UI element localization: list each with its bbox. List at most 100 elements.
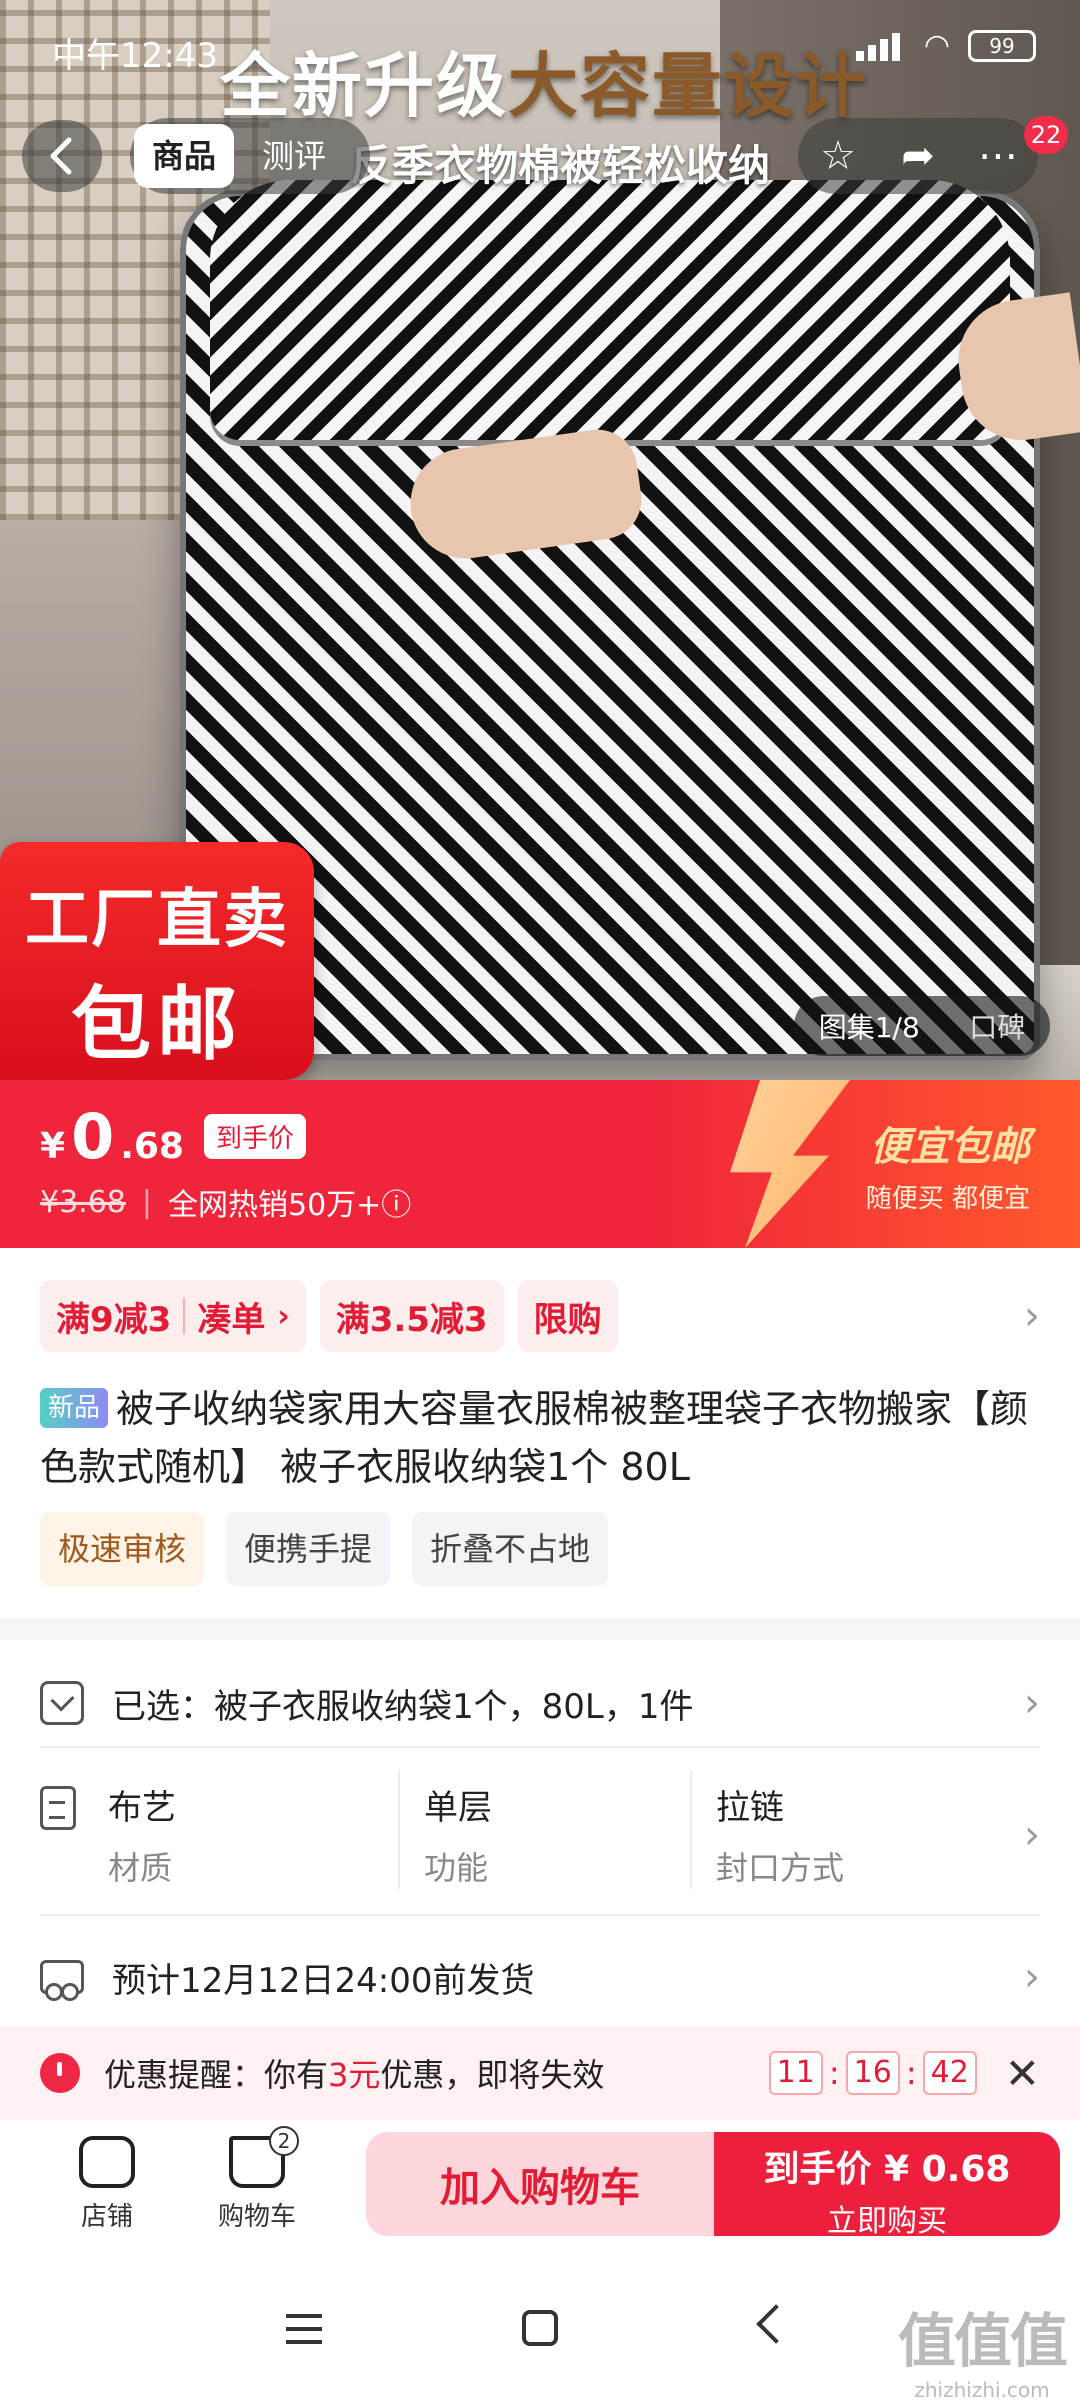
watermark-url: zhizhizhi.com bbox=[914, 2378, 1050, 2400]
final-price: ¥ 0 .68 到手价 bbox=[40, 1100, 306, 1173]
buy-now-price: 到手价 ¥ 0.68 bbox=[763, 2149, 1011, 2190]
sticker-line2: 包邮 bbox=[71, 978, 243, 1071]
reminder-amount: 3元 bbox=[328, 2056, 381, 2094]
chevron-right-icon: › bbox=[1024, 1680, 1040, 1726]
coupon-3-5-minus-3[interactable]: 满3.5减3 bbox=[319, 1280, 504, 1352]
back-button[interactable] bbox=[22, 120, 102, 192]
chevron-left-icon bbox=[50, 137, 72, 175]
top-tabs: 商品 测评 bbox=[130, 118, 370, 194]
attribute-material: 布艺 材质 bbox=[108, 1770, 400, 1889]
attribute-key: 封口方式 bbox=[716, 1849, 845, 1887]
battery-icon: 99 bbox=[968, 29, 1036, 62]
countdown-colon: : bbox=[905, 2054, 917, 2092]
system-navigation-bar: 值值值 zhizhizhi.com bbox=[0, 2260, 1080, 2400]
original-price: ¥3.68 bbox=[40, 1184, 126, 1220]
add-to-cart-button[interactable]: 加入购物车 bbox=[366, 2132, 714, 2236]
recent-apps-icon[interactable] bbox=[286, 2314, 322, 2344]
feature-tag: 便携手提 bbox=[226, 1512, 391, 1586]
coupon-label: 满3.5减3 bbox=[335, 1299, 488, 1340]
price-integer: 0 bbox=[71, 1100, 115, 1173]
coupon-row[interactable]: 满9减3 凑单 › 满3.5减3 限购 › bbox=[40, 1278, 1040, 1354]
attribute-value: 拉链 bbox=[716, 1788, 784, 1828]
shipping-row[interactable]: 预计12月12日24:00前发货 › bbox=[40, 1944, 1040, 2010]
selected-variant-row[interactable]: 已选：被子衣服收纳袋1个，80L，1件 › bbox=[40, 1660, 1040, 1746]
lightning-bolt-icon bbox=[730, 1080, 850, 1248]
truck-icon bbox=[40, 1960, 84, 2001]
selected-variant-label: 已选：被子衣服收纳袋1个，80L，1件 bbox=[112, 1686, 694, 1727]
store-icon bbox=[79, 2136, 135, 2188]
storage-bag-lid-image bbox=[210, 180, 1010, 440]
attribute-function: 单层 功能 bbox=[400, 1770, 692, 1889]
coupon-9-minus-3[interactable]: 满9减3 凑单 › bbox=[40, 1280, 306, 1352]
divider bbox=[40, 1746, 1040, 1748]
notification-badge: 22 bbox=[1024, 116, 1068, 154]
divider: | bbox=[141, 1184, 152, 1220]
divider bbox=[40, 1914, 1040, 1916]
chevron-right-icon: › bbox=[1024, 1812, 1040, 1858]
coupon-label: 满9减3 bbox=[56, 1299, 172, 1340]
sticker-line1: 工厂直卖 bbox=[25, 883, 289, 957]
tab-product[interactable]: 商品 bbox=[134, 124, 235, 188]
price-banner: ¥ 0 .68 到手价 ¥3.68 | 全网热销50万+ⓘ 便宜包邮 随便买 都… bbox=[0, 1080, 1080, 1248]
sales-count[interactable]: 全网热销50万+ⓘ bbox=[168, 1180, 411, 1224]
attribute-value: 布艺 bbox=[108, 1788, 176, 1828]
home-icon[interactable] bbox=[522, 2310, 558, 2346]
bottom-action-bar: 店铺 2 购物车 加入购物车 到手价 ¥ 0.68 立即购买 bbox=[0, 2120, 1080, 2260]
countdown-seconds: 42 bbox=[922, 2051, 977, 2095]
product-title: 新品 被子收纳袋家用大容量衣服棉被整理袋子衣物搬家【颜色款式随机】 被子衣服收纳袋… bbox=[40, 1380, 1040, 1496]
coupon-reminder-bar[interactable]: 优惠提醒：你有 3元 优惠，即将失效 11 : 16 : 42 ✕ bbox=[0, 2026, 1080, 2120]
buy-now-label: 立即购买 bbox=[827, 2204, 947, 2239]
tab-reviews[interactable]: 测评 bbox=[244, 124, 344, 188]
feature-tag: 折叠不占地 bbox=[412, 1512, 609, 1586]
attribute-value: 单层 bbox=[424, 1788, 492, 1828]
attribute-key: 材质 bbox=[108, 1849, 173, 1887]
new-badge: 新品 bbox=[40, 1388, 109, 1428]
section-divider bbox=[0, 1618, 1080, 1640]
promo-subtitle: 随便买 都便宜 bbox=[865, 1184, 1030, 1214]
alarm-clock-icon bbox=[40, 2053, 80, 2093]
share-icon[interactable]: ➦ bbox=[888, 133, 948, 179]
chevron-right-icon: › bbox=[1024, 1954, 1040, 2000]
gallery-counter[interactable]: 图集1/8 bbox=[819, 1006, 920, 1046]
reviews-tab[interactable]: 口碑 bbox=[969, 1006, 1025, 1046]
system-back-icon[interactable] bbox=[756, 2304, 796, 2344]
reminder-suffix: 优惠，即将失效 bbox=[380, 2056, 605, 2094]
factory-direct-sticker: 工厂直卖 包邮 bbox=[0, 842, 314, 1080]
product-title-text: 被子收纳袋家用大容量衣服棉被整理袋子衣物搬家【颜色款式随机】 被子衣服收纳袋1个… bbox=[40, 1387, 1029, 1489]
countdown-colon: : bbox=[828, 2054, 840, 2092]
store-button[interactable]: 店铺 bbox=[57, 2136, 157, 2233]
buy-now-button[interactable]: 到手价 ¥ 0.68 立即购买 bbox=[714, 2132, 1060, 2239]
shipping-estimate: 预计12月12日24:00前发货 bbox=[112, 1960, 535, 2001]
more-icon[interactable]: ⋯ bbox=[968, 133, 1028, 179]
checklist-icon bbox=[40, 1681, 84, 1725]
coupon-limited[interactable]: 限购 bbox=[517, 1280, 618, 1352]
attribute-key: 功能 bbox=[424, 1849, 489, 1887]
feature-tag: 极速审核 bbox=[40, 1512, 205, 1586]
chevron-right-icon: › bbox=[277, 1298, 290, 1334]
watermark-logo: 值值值 bbox=[897, 2307, 1068, 2375]
close-icon[interactable]: ✕ bbox=[1005, 2049, 1040, 2098]
combine-order-link[interactable]: 凑单 bbox=[197, 1292, 265, 1341]
countdown-hours: 11 bbox=[768, 2051, 823, 2095]
chevron-right-icon[interactable]: › bbox=[1024, 1293, 1040, 1339]
status-icons: ◠ 99 bbox=[855, 28, 1036, 63]
gallery-indicator[interactable]: 图集1/8 口碑 bbox=[794, 996, 1050, 1056]
feature-tags: 极速审核 便携手提 折叠不占地 bbox=[40, 1512, 609, 1586]
currency-symbol: ¥ bbox=[40, 1126, 66, 1167]
status-bar: 中午12:43 ◠ 99 bbox=[0, 0, 1080, 100]
reminder-prefix: 优惠提醒：你有 bbox=[104, 2056, 329, 2094]
attributes-row[interactable]: 布艺 材质 单层 功能 拉链 封口方式 › bbox=[40, 1770, 1040, 1900]
cart-button[interactable]: 2 购物车 bbox=[207, 2126, 307, 2233]
countdown-timer: 11 : 16 : 42 bbox=[768, 2051, 977, 2095]
cart-label: 购物车 bbox=[217, 2202, 296, 2232]
status-time: 中午12:43 bbox=[52, 36, 218, 76]
store-label: 店铺 bbox=[80, 2202, 133, 2232]
signal-icon bbox=[855, 31, 906, 61]
final-price-tag: 到手价 bbox=[203, 1114, 306, 1159]
price-decimal: .68 bbox=[120, 1126, 184, 1167]
favorite-star-icon[interactable]: ☆ bbox=[808, 133, 868, 179]
attribute-closure: 拉链 封口方式 bbox=[692, 1770, 984, 1889]
promo-title: 便宜包邮 bbox=[870, 1124, 1030, 1170]
price-subline: ¥3.68 | 全网热销50万+ⓘ bbox=[40, 1180, 411, 1224]
cart-count-badge: 2 bbox=[269, 2126, 299, 2156]
